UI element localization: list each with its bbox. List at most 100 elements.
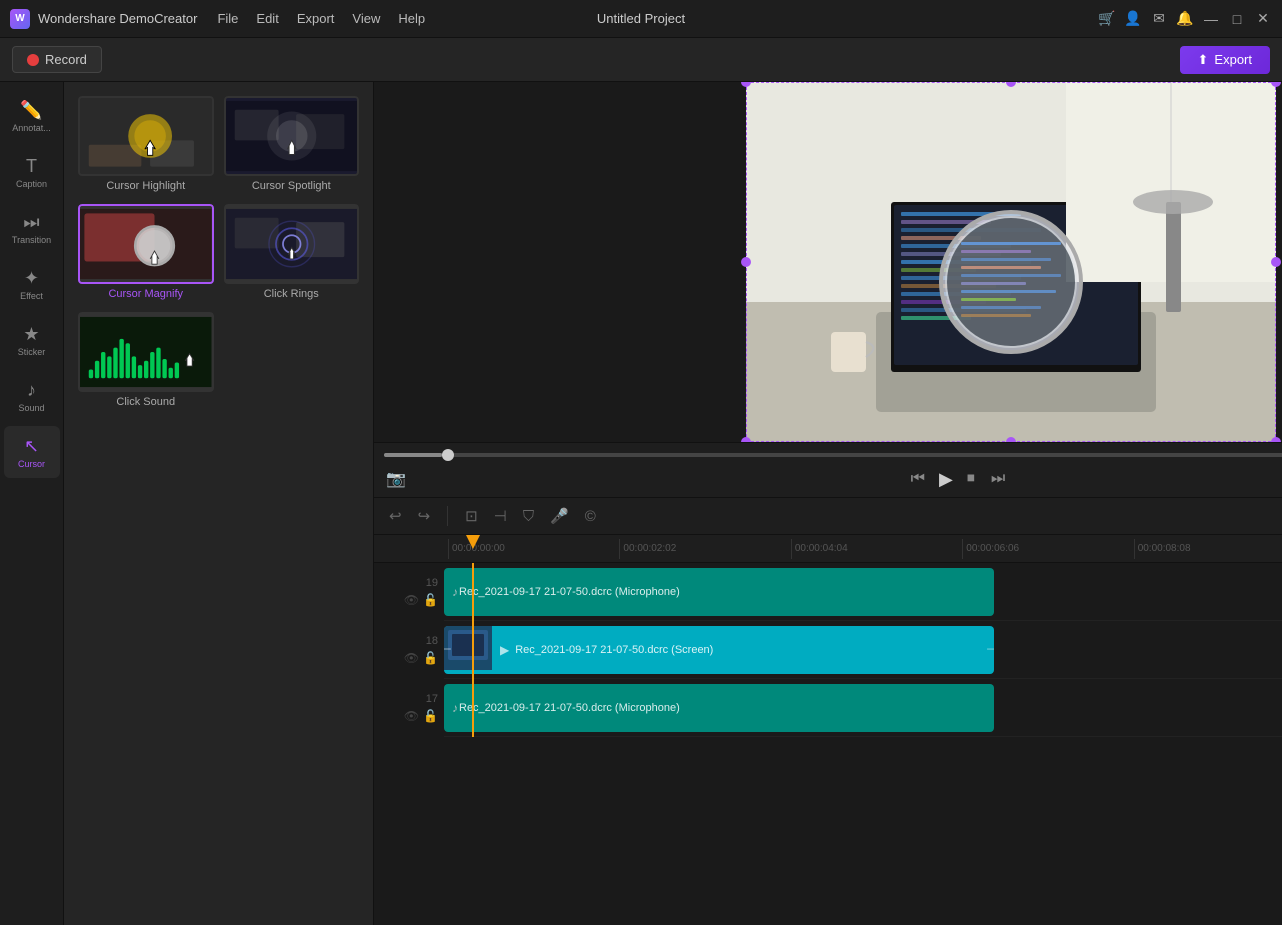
clip-handle-left[interactable]: ⊢ [444,626,450,674]
split-tool[interactable]: ⊣ [491,504,510,528]
cart-icon[interactable]: 🛒 [1098,10,1116,28]
minimize-button[interactable]: — [1202,10,1220,28]
click-rings-thumb [224,204,360,284]
track-19-eye[interactable]: 👁 [404,593,419,607]
handle-left[interactable] [741,257,751,267]
track-17-clip[interactable]: ♪ Rec_2021-09-17 21-07-50.dcrc (Micropho… [444,684,994,732]
play-button[interactable]: ▶ [939,469,953,490]
clip-17-label: Rec_2021-09-17 21-07-50.dcrc (Microphone… [459,702,680,714]
video-icon-18: ▶ [500,643,509,657]
copyright-tool[interactable]: © [582,505,599,528]
user-icon[interactable]: 👤 [1124,10,1142,28]
record-button[interactable]: Record [12,46,102,73]
tick-2: 00:00:04:04 [791,539,962,559]
track-18-lock[interactable]: 🔓 [423,651,438,665]
track-17-eye[interactable]: 👁 [404,709,419,723]
preview-canvas [374,82,1282,442]
sidebar-item-sticker[interactable]: ★ Sticker [4,314,60,366]
left-sidebar: ✏️ Annotat... T Caption ⏭ Transition ✦ E… [0,82,64,925]
main-area: ✏️ Annotat... T Caption ⏭ Transition ✦ E… [0,82,1282,925]
preview-scene [746,82,1276,442]
effect-card-click-rings[interactable]: Click Rings [224,204,360,302]
clip-handle-right[interactable]: ⊣ [988,626,994,674]
track-19-lock[interactable]: 🔓 [423,593,438,607]
click-rings-label: Click Rings [224,288,360,302]
handle-bottom[interactable] [1006,437,1016,442]
track-19: 19 👁 🔓 ♪ Rec_2021-09-17 21-07-50.dcrc (M… [444,563,1282,621]
delete-tool[interactable]: ⛉ [520,505,537,528]
track-19-clip[interactable]: ♪ Rec_2021-09-17 21-07-50.dcrc (Micropho… [444,568,994,616]
cursor-icon: ↖ [24,436,39,457]
export-button[interactable]: ⬆ Export [1180,46,1270,74]
track-18-num: 18 [426,635,438,647]
window-controls: 🛒 👤 ✉ 🔔 — □ ✕ [1098,10,1272,28]
sidebar-item-annotate[interactable]: ✏️ Annotat... [4,90,60,142]
separator-1 [447,506,448,526]
track-18-icons: 👁 🔓 [404,651,438,665]
annotate-icon: ✏️ [20,100,42,121]
redo-button[interactable]: ↪ [415,504,434,528]
maximize-button[interactable]: □ [1228,10,1246,28]
handle-tr[interactable] [1271,82,1281,87]
audio-tool[interactable]: 🎤 [547,504,572,528]
export-label: Export [1214,52,1252,67]
ruler-ticks: 00:00:00:00 00:00:02:02 00:00:04:04 00:0… [448,539,1282,559]
audio-icon-17: ♪ [452,701,458,715]
tick-4: 00:00:08:08 [1134,539,1282,559]
sidebar-label-annotate: Annotat... [12,123,51,133]
bell-icon[interactable]: 🔔 [1176,10,1194,28]
menu-help[interactable]: Help [398,11,425,26]
menu-view[interactable]: View [352,11,380,26]
tick-0: 00:00:00:00 [448,539,619,559]
effect-card-cursor-magnify[interactable]: Cursor Magnify [78,204,214,302]
screenshot-button[interactable]: 📷 [384,467,408,491]
mail-icon[interactable]: ✉ [1150,10,1168,28]
sidebar-item-sound[interactable]: ♪ Sound [4,370,60,422]
effect-card-cursor-highlight[interactable]: Cursor Highlight [78,96,214,194]
track-18-clip[interactable]: ⊢ ⊣ ▶ [444,626,994,674]
menu-file[interactable]: File [217,11,238,26]
effect-card-cursor-spotlight[interactable]: Cursor Spotlight [224,96,360,194]
track-18-eye[interactable]: 👁 [404,651,419,665]
timeline-ruler: 00:00:00:00 00:00:02:02 00:00:04:04 00:0… [374,535,1282,563]
effect-card-click-sound[interactable]: Click Sound [78,312,214,410]
preview-frame [746,82,1276,442]
menu-edit[interactable]: Edit [256,11,278,26]
tick-1: 00:00:02:02 [619,539,790,559]
click-sound-label: Click Sound [78,396,214,410]
handle-right[interactable] [1271,257,1281,267]
preview-controls: 00:00:00 | 00:00:09 📷 ⏮ ▶ ⏹ [374,442,1282,497]
sidebar-item-transition[interactable]: ⏭ Transition [4,202,60,254]
timeline[interactable]: 00:00:00:00 00:00:02:02 00:00:04:04 00:0… [374,535,1282,925]
cursor-magnify-label: Cursor Magnify [78,288,214,302]
track-17: 17 👁 🔓 ♪ Rec_2021-09-17 21-07-50.dcrc (M… [444,679,1282,737]
sidebar-item-effect[interactable]: ✦ Effect [4,258,60,310]
track-18: 18 👁 🔓 ⊢ ⊣ [444,621,1282,679]
sidebar-item-caption[interactable]: T Caption [4,146,60,198]
sidebar-label-sticker: Sticker [18,347,46,357]
seekbar-thumb[interactable] [442,449,454,461]
skip-back-button[interactable]: ⏮ [909,468,927,490]
track-17-icons: 👁 🔓 [404,709,438,723]
main-toolbar: Record ⬆ Export [0,38,1282,82]
stop-button[interactable]: ⏹ [965,468,977,490]
click-sound-thumb [78,312,214,392]
menu-export[interactable]: Export [297,11,335,26]
skip-forward-button[interactable]: ⏭ [989,468,1007,490]
timeline-content: 19 👁 🔓 ♪ Rec_2021-09-17 21-07-50.dcrc (M… [374,563,1282,737]
sidebar-item-cursor[interactable]: ↖ Cursor [4,426,60,478]
seekbar[interactable] [384,453,1282,457]
effect-panel: Cursor Highlight [64,82,374,925]
track-19-label: 19 👁 🔓 [376,577,438,607]
sound-icon: ♪ [27,380,36,401]
close-button[interactable]: ✕ [1254,10,1272,28]
undo-button[interactable]: ↩ [386,504,405,528]
handle-br[interactable] [1271,437,1281,442]
track-17-lock[interactable]: 🔓 [423,709,438,723]
effect-grid: Cursor Highlight [64,82,373,424]
handle-bl[interactable] [741,437,751,442]
clip-18-content: ▶ Rec_2021-09-17 21-07-50.dcrc (Screen) [492,626,721,674]
export-icon: ⬆ [1198,52,1209,68]
crop-tool[interactable]: ⊡ [462,504,481,528]
seekbar-wrap: 00:00:00 | 00:00:09 [384,449,1282,461]
